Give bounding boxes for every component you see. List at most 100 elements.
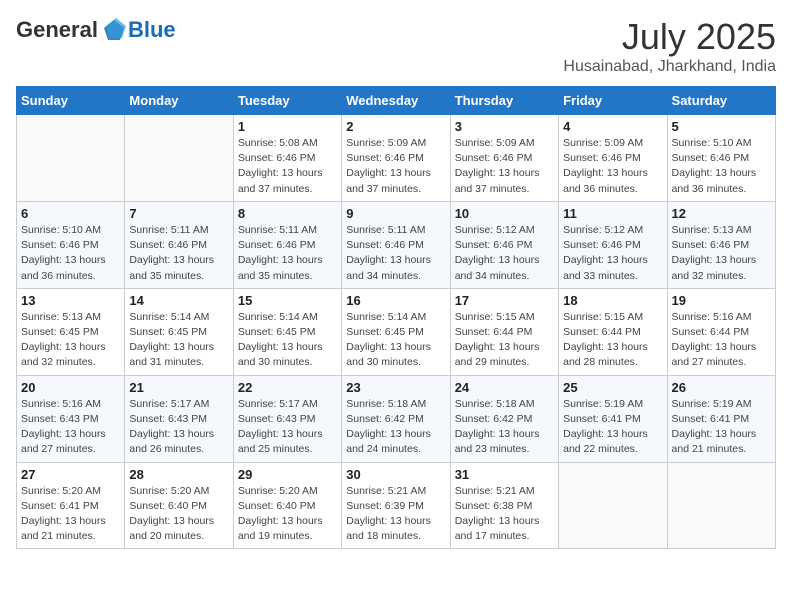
day-info: Sunrise: 5:17 AM Sunset: 6:43 PM Dayligh…	[129, 397, 228, 458]
calendar-cell: 13 Sunrise: 5:13 AM Sunset: 6:45 PM Dayli…	[17, 288, 125, 375]
day-number: 4	[563, 119, 662, 134]
day-info: Sunrise: 5:14 AM Sunset: 6:45 PM Dayligh…	[129, 310, 228, 371]
day-info: Sunrise: 5:08 AM Sunset: 6:46 PM Dayligh…	[238, 136, 337, 197]
calendar-cell: 3 Sunrise: 5:09 AM Sunset: 6:46 PM Daylig…	[450, 115, 558, 202]
day-number: 9	[346, 206, 445, 221]
day-number: 20	[21, 380, 120, 395]
day-info: Sunrise: 5:19 AM Sunset: 6:41 PM Dayligh…	[563, 397, 662, 458]
weekday-header-sunday: Sunday	[17, 87, 125, 115]
title-area: July 2025 Husainabad, Jharkhand, India	[563, 16, 776, 76]
day-number: 22	[238, 380, 337, 395]
logo-blue-text: Blue	[128, 17, 176, 43]
day-info: Sunrise: 5:14 AM Sunset: 6:45 PM Dayligh…	[238, 310, 337, 371]
calendar-cell: 28Sunrise: 5:20 AM Sunset: 6:40 PM Dayli…	[125, 462, 233, 549]
day-info: Sunrise: 5:14 AM Sunset: 6:45 PM Dayligh…	[346, 310, 445, 371]
day-number: 31	[455, 467, 554, 482]
day-info: Sunrise: 5:16 AM Sunset: 6:43 PM Dayligh…	[21, 397, 120, 458]
calendar-cell: 19 Sunrise: 5:16 AM Sunset: 6:44 PM Dayli…	[667, 288, 775, 375]
day-info: Sunrise: 5:21 AM Sunset: 6:39 PM Dayligh…	[346, 484, 445, 545]
day-info: Sunrise: 5:15 AM Sunset: 6:44 PM Dayligh…	[563, 310, 662, 371]
calendar-cell: 15Sunrise: 5:14 AM Sunset: 6:45 PM Dayli…	[233, 288, 341, 375]
day-number: 2	[346, 119, 445, 134]
day-info: Sunrise: 5:09 AM Sunset: 6:46 PM Dayligh…	[563, 136, 662, 197]
calendar-cell: 18 Sunrise: 5:15 AM Sunset: 6:44 PM Dayli…	[559, 288, 667, 375]
weekday-header-wednesday: Wednesday	[342, 87, 450, 115]
day-info: Sunrise: 5:21 AM Sunset: 6:38 PM Dayligh…	[455, 484, 554, 545]
calendar-cell: 11 Sunrise: 5:12 AM Sunset: 6:46 PM Dayli…	[559, 201, 667, 288]
calendar-cell: 10Sunrise: 5:12 AM Sunset: 6:46 PM Dayli…	[450, 201, 558, 288]
location-title: Husainabad, Jharkhand, India	[563, 58, 776, 76]
day-number: 1	[238, 119, 337, 134]
day-info: Sunrise: 5:16 AM Sunset: 6:44 PM Dayligh…	[672, 310, 771, 371]
day-info: Sunrise: 5:11 AM Sunset: 6:46 PM Dayligh…	[129, 223, 228, 284]
calendar-cell: 7 Sunrise: 5:11 AM Sunset: 6:46 PM Daylig…	[125, 201, 233, 288]
day-number: 19	[672, 293, 771, 308]
day-number: 14	[129, 293, 228, 308]
day-number: 12	[672, 206, 771, 221]
calendar-cell: 27Sunrise: 5:20 AM Sunset: 6:41 PM Dayli…	[17, 462, 125, 549]
day-number: 25	[563, 380, 662, 395]
logo-general-text: General	[16, 17, 98, 43]
calendar-cell: 25 Sunrise: 5:19 AM Sunset: 6:41 PM Dayli…	[559, 375, 667, 462]
day-info: Sunrise: 5:09 AM Sunset: 6:46 PM Dayligh…	[455, 136, 554, 197]
calendar-cell: 2Sunrise: 5:09 AM Sunset: 6:46 PM Daylig…	[342, 115, 450, 202]
calendar-cell: 23Sunrise: 5:18 AM Sunset: 6:42 PM Dayli…	[342, 375, 450, 462]
day-number: 6	[21, 206, 120, 221]
header: General Blue July 2025 Husainabad, Jhark…	[16, 16, 776, 76]
day-info: Sunrise: 5:13 AM Sunset: 6:45 PM Dayligh…	[21, 310, 120, 371]
calendar-cell	[125, 115, 233, 202]
calendar-cell: 24 Sunrise: 5:18 AM Sunset: 6:42 PM Dayli…	[450, 375, 558, 462]
day-info: Sunrise: 5:10 AM Sunset: 6:46 PM Dayligh…	[21, 223, 120, 284]
calendar-cell: 14 Sunrise: 5:14 AM Sunset: 6:45 PM Dayli…	[125, 288, 233, 375]
day-info: Sunrise: 5:15 AM Sunset: 6:44 PM Dayligh…	[455, 310, 554, 371]
day-number: 7	[129, 206, 228, 221]
week-row-4: 20 Sunrise: 5:16 AM Sunset: 6:43 PM Dayli…	[17, 375, 776, 462]
calendar-cell: 31 Sunrise: 5:21 AM Sunset: 6:38 PM Dayli…	[450, 462, 558, 549]
day-number: 3	[455, 119, 554, 134]
day-info: Sunrise: 5:13 AM Sunset: 6:46 PM Dayligh…	[672, 223, 771, 284]
weekday-header-friday: Friday	[559, 87, 667, 115]
weekday-header-saturday: Saturday	[667, 87, 775, 115]
day-number: 11	[563, 206, 662, 221]
calendar-cell: 17 Sunrise: 5:15 AM Sunset: 6:44 PM Dayli…	[450, 288, 558, 375]
calendar-cell: 22Sunrise: 5:17 AM Sunset: 6:43 PM Dayli…	[233, 375, 341, 462]
day-number: 5	[672, 119, 771, 134]
calendar-cell: 5Sunrise: 5:10 AM Sunset: 6:46 PM Daylig…	[667, 115, 775, 202]
calendar-cell: 1 Sunrise: 5:08 AM Sunset: 6:46 PM Daylig…	[233, 115, 341, 202]
day-number: 28	[129, 467, 228, 482]
day-number: 16	[346, 293, 445, 308]
calendar-cell: 9 Sunrise: 5:11 AM Sunset: 6:46 PM Daylig…	[342, 201, 450, 288]
calendar-cell: 20 Sunrise: 5:16 AM Sunset: 6:43 PM Dayli…	[17, 375, 125, 462]
day-info: Sunrise: 5:11 AM Sunset: 6:46 PM Dayligh…	[346, 223, 445, 284]
calendar-cell: 8 Sunrise: 5:11 AM Sunset: 6:46 PM Daylig…	[233, 201, 341, 288]
day-number: 8	[238, 206, 337, 221]
day-number: 24	[455, 380, 554, 395]
calendar-table: SundayMondayTuesdayWednesdayThursdayFrid…	[16, 86, 776, 549]
weekday-header-monday: Monday	[125, 87, 233, 115]
weekday-header-thursday: Thursday	[450, 87, 558, 115]
calendar-cell: 12 Sunrise: 5:13 AM Sunset: 6:46 PM Dayli…	[667, 201, 775, 288]
calendar-cell: 6 Sunrise: 5:10 AM Sunset: 6:46 PM Daylig…	[17, 201, 125, 288]
calendar-cell: 29Sunrise: 5:20 AM Sunset: 6:40 PM Dayli…	[233, 462, 341, 549]
weekday-header-row: SundayMondayTuesdayWednesdayThursdayFrid…	[17, 87, 776, 115]
logo: General Blue	[16, 16, 176, 44]
day-number: 13	[21, 293, 120, 308]
day-number: 10	[455, 206, 554, 221]
week-row-3: 13 Sunrise: 5:13 AM Sunset: 6:45 PM Dayli…	[17, 288, 776, 375]
day-number: 18	[563, 293, 662, 308]
day-number: 30	[346, 467, 445, 482]
week-row-1: 1 Sunrise: 5:08 AM Sunset: 6:46 PM Daylig…	[17, 115, 776, 202]
day-number: 27	[21, 467, 120, 482]
month-title: July 2025	[563, 16, 776, 58]
day-info: Sunrise: 5:18 AM Sunset: 6:42 PM Dayligh…	[455, 397, 554, 458]
weekday-header-tuesday: Tuesday	[233, 87, 341, 115]
day-info: Sunrise: 5:12 AM Sunset: 6:46 PM Dayligh…	[563, 223, 662, 284]
calendar-cell: 26Sunrise: 5:19 AM Sunset: 6:41 PM Dayli…	[667, 375, 775, 462]
day-number: 23	[346, 380, 445, 395]
day-number: 17	[455, 293, 554, 308]
day-info: Sunrise: 5:11 AM Sunset: 6:46 PM Dayligh…	[238, 223, 337, 284]
day-number: 29	[238, 467, 337, 482]
logo-icon	[100, 16, 128, 44]
calendar-cell: 4 Sunrise: 5:09 AM Sunset: 6:46 PM Daylig…	[559, 115, 667, 202]
calendar-cell: 30 Sunrise: 5:21 AM Sunset: 6:39 PM Dayli…	[342, 462, 450, 549]
